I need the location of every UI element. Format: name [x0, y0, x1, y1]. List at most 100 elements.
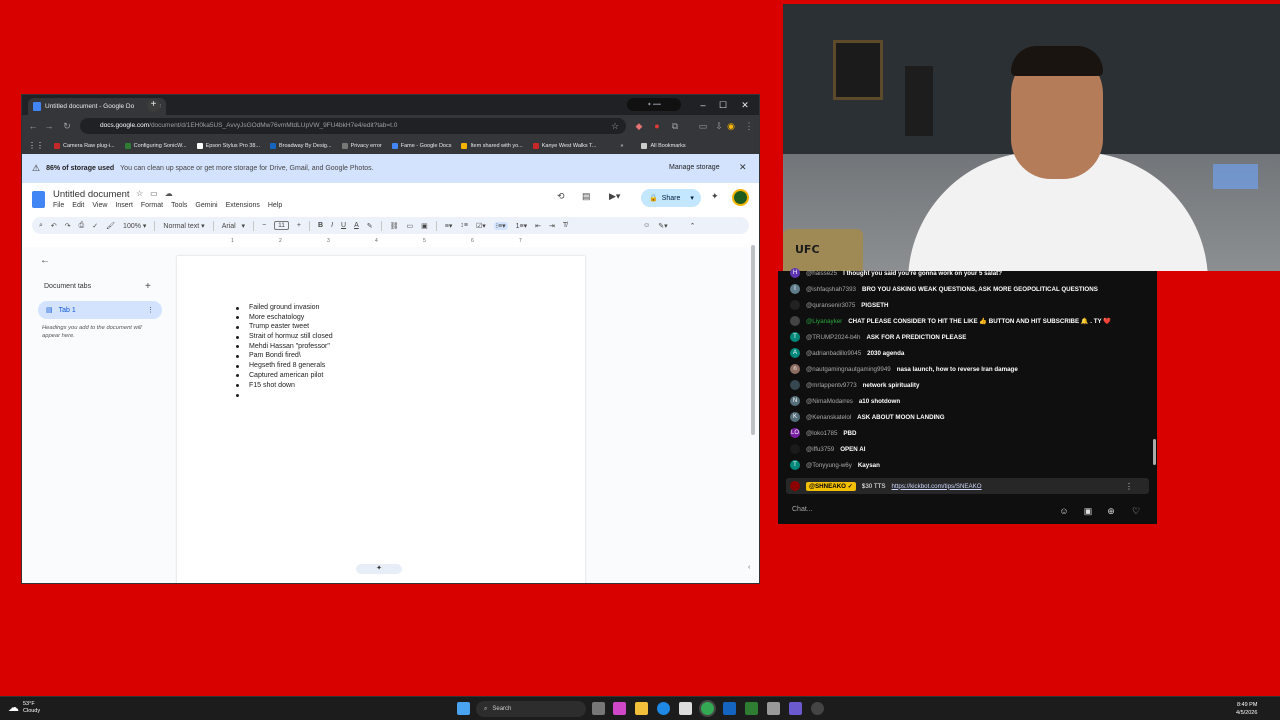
chat-username[interactable]: @loko1785 [806, 430, 837, 437]
avatar[interactable] [790, 380, 800, 390]
avatar[interactable]: T [790, 460, 800, 470]
apps-grid-icon[interactable]: ⋮⋮ [28, 141, 44, 150]
avatar[interactable]: A [790, 348, 800, 358]
chat-username[interactable]: @nautgamingnautgaming9949 [806, 366, 891, 373]
list-item[interactable]: F15 shot down [236, 381, 333, 391]
weather-widget[interactable]: ☁ 53°F Cloudy [8, 701, 40, 715]
bookmark-item[interactable]: Item shared with yo... [461, 142, 523, 149]
bold-icon[interactable]: B [318, 222, 323, 229]
list-item[interactable]: Strait of hormuz still closed [236, 332, 333, 342]
chat-message[interactable]: LO @loko1785 PBD [790, 428, 856, 438]
chrome-icon[interactable] [701, 702, 714, 715]
search-menus-icon[interactable]: ⌕ [39, 222, 43, 230]
list-item[interactable] [236, 390, 333, 400]
start-icon[interactable] [457, 702, 470, 715]
text-color-icon[interactable]: A [354, 222, 359, 229]
avatar[interactable] [790, 300, 800, 310]
vscode-icon[interactable] [723, 702, 736, 715]
checklist-icon[interactable]: ☑▾ [476, 222, 486, 230]
chat-username[interactable]: @TRUMP2024-b4h [806, 334, 860, 341]
chat-username[interactable]: @mrlappentv9773 [806, 382, 857, 389]
avatar[interactable]: T [790, 332, 800, 342]
chat-message[interactable]: I @ishfaqshah7393 BRO YOU ASKING WEAK QUES… [790, 284, 1098, 294]
task-view-icon[interactable] [592, 702, 605, 715]
forward-icon[interactable]: → [42, 119, 56, 133]
chat-username[interactable]: @iffu3759 [806, 446, 834, 453]
gemini-pill-button[interactable]: ✦ ▪▪▪▪ [627, 98, 681, 111]
avatar[interactable]: LO [790, 428, 800, 438]
chat-message[interactable]: @mrlappentv9773 network spirituality [790, 380, 919, 390]
bullet-list[interactable]: Failed ground invasion More eschatology … [236, 303, 333, 400]
bookmark-item[interactable]: Epson Stylus Pro 38... [196, 142, 260, 149]
browser-tab[interactable]: Untitled document - Google Do × [28, 98, 166, 115]
bulleted-list-icon[interactable]: ⁝≡▾ [493, 221, 508, 230]
document-tab-1[interactable]: ▤ Tab 1 ⋮ [38, 301, 162, 319]
list-item[interactable]: Hegseth fired 8 generals [236, 361, 333, 371]
chat-username[interactable]: @NimaModarres [806, 398, 853, 405]
list-item[interactable]: More eschatology [236, 313, 333, 323]
manage-storage-link[interactable]: Manage storage [669, 164, 720, 171]
list-item[interactable]: Failed ground invasion [236, 303, 333, 313]
tab-options-icon[interactable]: ⋮ [147, 306, 154, 314]
all-bookmarks-button[interactable]: All Bookmarks [641, 142, 686, 149]
chat-message[interactable]: A @adrianbadillo9045 2030 agenda [790, 348, 904, 358]
chat-message[interactable]: @quransenir3075 PIGSETH [790, 300, 888, 310]
list-item[interactable]: Pam Bondi fired\ [236, 351, 333, 361]
screen-cast-icon[interactable]: ▭ [696, 119, 710, 133]
avatar[interactable]: N [790, 396, 800, 406]
extension-icon[interactable]: ● [650, 119, 664, 133]
extension-icon[interactable]: ◆ [632, 119, 646, 133]
decrease-indent-icon[interactable]: ⇤ [535, 222, 541, 230]
bookmark-item[interactable]: Kanye West Walks T... [532, 142, 596, 149]
chat-username[interactable]: @Liyanayker [806, 318, 842, 325]
account-avatar[interactable] [732, 189, 749, 206]
numbered-list-icon[interactable]: 1≡▾ [516, 222, 528, 230]
chat-message[interactable]: @Liyanayker CHAT PLEASE CONSIDER TO HIT T… [790, 316, 1111, 326]
star-icon[interactable]: ☆ [136, 189, 143, 198]
chat-username[interactable]: @Tonyyung-w6y [806, 462, 852, 469]
pinned-link[interactable]: https://kickbot.com/tips/SNEAKO [892, 483, 982, 490]
obs-icon[interactable] [811, 702, 824, 715]
close-window-button[interactable]: ✕ [736, 97, 754, 113]
chat-scrollbar[interactable] [1153, 439, 1156, 465]
decrease-font-icon[interactable]: − [262, 222, 266, 229]
spellcheck-icon[interactable]: ✓ [92, 222, 98, 230]
chat-username[interactable]: @Kenanskatelol [806, 414, 851, 421]
reload-icon[interactable]: ↻ [60, 119, 74, 133]
chat-username[interactable]: @ishfaqshah7393 [806, 286, 856, 293]
cloud-status-icon[interactable]: ☁ [165, 189, 173, 198]
move-folder-icon[interactable]: ▭ [150, 189, 158, 198]
bookmark-star-icon[interactable]: ☆ [608, 119, 622, 133]
app-icon[interactable] [767, 702, 780, 715]
menu-edit[interactable]: Edit [72, 202, 84, 209]
zoom-select[interactable]: 100% ▾ [123, 222, 146, 230]
chat-input[interactable]: Chat... [786, 501, 1053, 519]
bookmark-item[interactable]: Camera Raw plug-i... [54, 142, 115, 149]
font-select[interactable]: Arial ▾ [222, 222, 245, 230]
pinned-message[interactable]: @SHNEAKO ✓ $30 TTS https://kickbot.com/t… [786, 478, 1149, 494]
extensions-puzzle-icon[interactable]: ⧉ [668, 119, 682, 133]
print-icon[interactable]: ⎙ [79, 222, 85, 230]
menu-help[interactable]: Help [268, 202, 282, 209]
copilot-icon[interactable] [613, 702, 626, 715]
italic-icon[interactable]: I [331, 222, 333, 229]
add-icon[interactable]: ⊕ [1105, 505, 1117, 517]
avatar[interactable] [790, 444, 800, 454]
super-chat-icon[interactable]: ▣ [1082, 505, 1094, 517]
more-options-icon[interactable]: ⋮ [1125, 482, 1133, 491]
undo-icon[interactable]: ↶ [51, 222, 57, 230]
minimize-button[interactable]: – [694, 97, 712, 113]
align-icon[interactable]: ≡▾ [445, 222, 453, 230]
store-icon[interactable] [679, 702, 692, 715]
redo-icon[interactable]: ↷ [65, 222, 71, 230]
chat-message[interactable]: N @NimaModarres a10 shotdown [790, 396, 900, 406]
chat-username[interactable]: @haisse25 [806, 270, 837, 277]
bookmark-item[interactable]: Fame - Google Docs [391, 142, 451, 149]
chevron-down-icon[interactable]: ▾ [690, 194, 694, 202]
meet-icon[interactable]: ▶▾ [609, 191, 620, 202]
clear-formatting-icon[interactable]: T̸ [563, 222, 567, 229]
taskbar-search[interactable]: ⌕ Search [476, 701, 586, 717]
menu-format[interactable]: Format [141, 202, 163, 209]
bookmark-item[interactable]: Privacy error [341, 142, 382, 149]
docs-logo-icon[interactable] [32, 191, 45, 208]
